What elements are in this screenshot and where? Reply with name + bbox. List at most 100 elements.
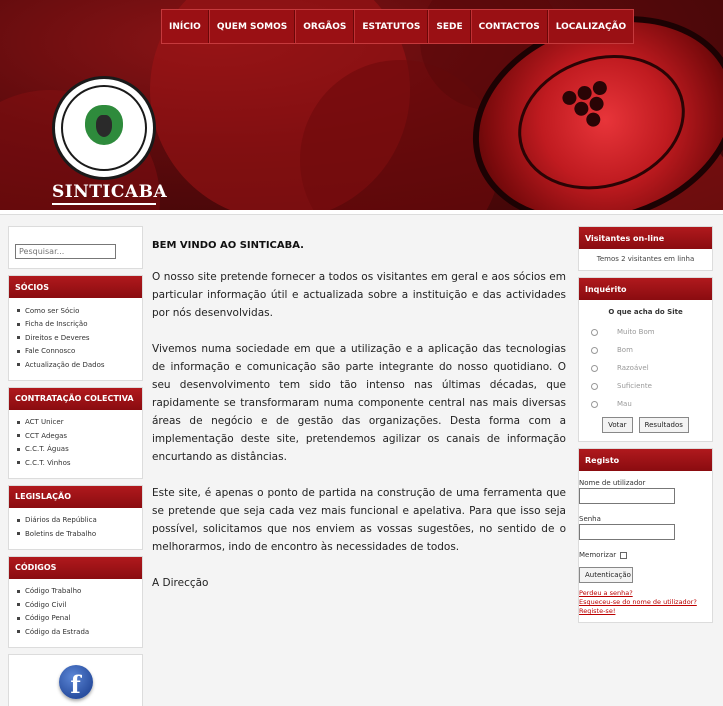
bullet-icon [17,603,20,607]
legislacao-menu: Diários da República Boletins de Trabalh… [9,508,142,549]
menu-item[interactable]: ACT Unicer [17,416,136,430]
grape-icon [96,115,112,137]
facebook-icon[interactable]: f [58,664,93,699]
login-form: Nome de utilizador Senha Memorizar Auten… [579,471,712,622]
bullet-icon [17,630,20,634]
poll-title: Inquérito [579,278,712,300]
poll-option[interactable]: Bom [591,341,712,359]
codigos-menu: Código Trabalho Código Civil Código Pena… [9,579,142,647]
facebook-box: f [8,653,143,706]
menu-item[interactable]: Como ser Sócio [17,304,136,318]
nav-contactos[interactable]: CONTACTOS [470,10,548,43]
menu-item-label: Actualização de Dados [25,360,105,369]
nav-quem-somos[interactable]: QUEM SOMOS [208,10,296,43]
nav-sede[interactable]: SEDE [428,10,471,43]
contratacao-menu: ACT Unicer CCT Adegas C.C.T. Águas C.C.T… [9,410,142,478]
poll-option-label: Mau [617,400,632,408]
password-field[interactable] [579,524,675,540]
bullet-icon [17,309,20,313]
menu-item[interactable]: C.C.T. Águas [17,443,136,457]
site-header: SINTICABA INÍCIO QUEM SOMOS ORGÃOS ESTAT… [0,0,723,210]
poll-option[interactable]: Muito Bom [591,323,712,341]
menu-item-label: Boletins de Trabalho [25,529,97,538]
page-body: SÓCIOS Como ser Sócio Ficha de Inscrição… [0,214,723,706]
results-button[interactable]: Resultados [638,417,689,433]
bullet-icon [17,518,20,522]
menu-item[interactable]: Fale Connosco [17,345,136,359]
legislacao-box: LEGISLAÇÃO Diários da República Boletins… [8,484,143,550]
page-title: BEM VINDO AO SINTICABA. [152,240,304,251]
nav-estatutos[interactable]: ESTATUTOS [354,10,429,43]
brand-underline [52,203,156,205]
remember-checkbox[interactable] [620,551,628,559]
menu-item[interactable]: Ficha de Inscrição [17,318,136,332]
bullet-icon [17,420,20,424]
poll-options: Muito Bom Bom Razoável Suficiente Mau [579,316,712,413]
username-field[interactable] [579,488,675,504]
poll-option-label: Razoável [617,364,649,372]
poll-buttons: Votar Resultados [579,413,712,441]
online-box: Visitantes on-line Temos 2 visitantes em… [578,226,713,271]
legislacao-title: LEGISLAÇÃO [9,485,142,508]
menu-item[interactable]: Código Penal [17,612,136,626]
menu-item[interactable]: Direitos e Deveres [17,331,136,345]
intro-paragraph: O nosso site pretende fornecer a todos o… [152,271,566,319]
main-content: BEM VINDO AO SINTICABA. O nosso site pre… [152,240,566,610]
contratacao-box: CONTRATAÇÃO COLECTIVA ACT Unicer CCT Ade… [8,386,143,479]
login-box: Registo Nome de utilizador Senha Memoriz… [578,448,713,623]
bullet-icon [17,461,20,465]
radio-button[interactable] [591,328,598,336]
login-title: Registo [579,449,712,471]
site-logo[interactable] [52,76,156,180]
username-label: Nome de utilizador [579,479,646,487]
menu-item-label: CCT Adegas [25,431,68,440]
remember-label: Memorizar [579,551,617,559]
contratacao-title: CONTRATAÇÃO COLECTIVA [9,387,142,410]
left-sidebar: SÓCIOS Como ser Sócio Ficha de Inscrição… [8,226,143,706]
menu-item[interactable]: Diários da República [17,514,136,528]
menu-item-label: Código Civil [25,600,67,609]
bullet-icon [17,349,20,353]
remember-row: Memorizar [579,551,712,559]
menu-item[interactable]: Código Civil [17,598,136,612]
forgot-password-link[interactable]: Perdeu a senha? [579,589,712,598]
codigos-title: CÓDIGOS [9,556,142,579]
radio-button[interactable] [591,346,598,354]
menu-item[interactable]: Código da Estrada [17,625,136,639]
password-label: Senha [579,515,601,523]
bullet-icon [17,532,20,536]
search-input[interactable] [15,244,116,259]
menu-item-label: Código Trabalho [25,587,82,596]
menu-item[interactable]: Actualização de Dados [17,358,136,372]
poll-option-label: Bom [617,346,633,354]
forgot-username-link[interactable]: Esqueceu-se do nome de utilizador? [579,598,712,607]
brand-name[interactable]: SINTICABA [52,182,167,202]
vote-button[interactable]: Votar [602,417,633,433]
menu-item-label: Ficha de Inscrição [25,320,88,329]
nav-orgaos[interactable]: ORGÃOS [295,10,355,43]
poll-option[interactable]: Razoável [591,359,712,377]
register-link[interactable]: Registe-se! [579,607,712,616]
bullet-icon [17,434,20,438]
menu-item-label: Diários da República [25,516,97,525]
menu-item[interactable]: CCT Adegas [17,429,136,443]
radio-button[interactable] [591,400,598,408]
menu-item-label: Como ser Sócio [25,306,80,315]
right-sidebar: Visitantes on-line Temos 2 visitantes em… [578,226,713,629]
poll-option-label: Suficiente [617,382,652,390]
radio-button[interactable] [591,364,598,372]
signature: A Direcção [152,577,209,589]
radio-button[interactable] [591,382,598,390]
menu-item-label: Código Penal [25,614,71,623]
menu-item-label: Direitos e Deveres [25,333,90,342]
nav-localizacao[interactable]: LOCALIZAÇÃO [547,10,633,43]
poll-option[interactable]: Suficiente [591,377,712,395]
menu-item[interactable]: C.C.T. Vinhos [17,456,136,470]
main-nav: INÍCIO QUEM SOMOS ORGÃOS ESTATUTOS SEDE … [161,9,635,44]
login-button[interactable]: Autenticação [579,567,633,583]
poll-option-label: Muito Bom [617,328,655,336]
poll-option[interactable]: Mau [591,395,712,413]
menu-item[interactable]: Boletins de Trabalho [17,527,136,541]
nav-inicio[interactable]: INÍCIO [162,10,209,43]
menu-item[interactable]: Código Trabalho [17,585,136,599]
